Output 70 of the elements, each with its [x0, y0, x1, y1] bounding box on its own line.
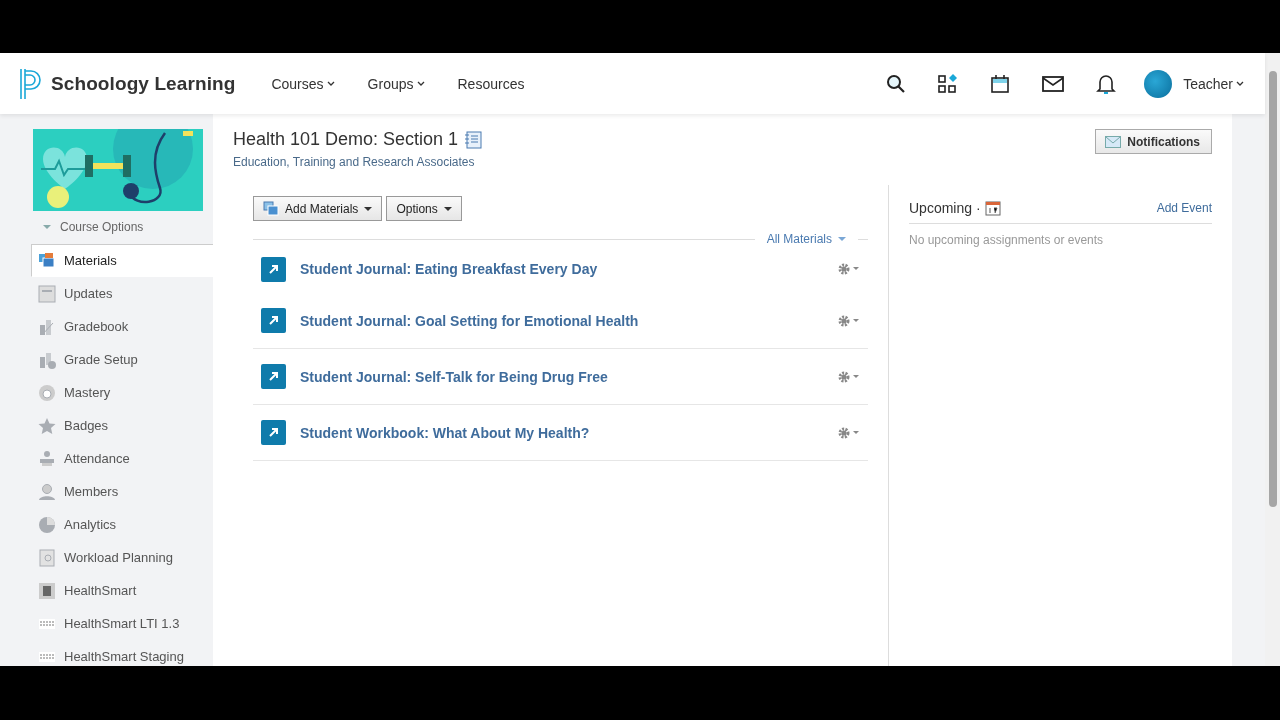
chevron-down-icon: [1236, 81, 1244, 86]
external-link-icon: [261, 256, 286, 282]
upcoming-title: Upcoming ·: [909, 200, 981, 216]
nav-link[interactable]: Resources: [457, 75, 525, 92]
gear-menu-icon[interactable]: [838, 426, 860, 439]
sidebar-item[interactable]: HealthSmart: [31, 574, 213, 607]
search-icon[interactable]: [886, 73, 907, 94]
caret-icon: [443, 206, 452, 211]
course-options-link[interactable]: Course Options: [43, 220, 213, 234]
user-avatar[interactable]: [1144, 69, 1173, 98]
course-title: Health 101 Demo: Section 1: [233, 129, 459, 150]
nav-icon: [38, 482, 56, 501]
sidebar-item[interactable]: Materials: [31, 244, 213, 277]
nav-link[interactable]: Groups: [367, 75, 425, 92]
sidebar-item[interactable]: Mastery: [31, 376, 213, 409]
toolbar-button[interactable]: Add Materials: [253, 196, 383, 221]
sidebar-item[interactable]: Workload Planning: [31, 541, 213, 574]
filter-dropdown[interactable]: All Materials: [754, 232, 858, 246]
sidebar-item[interactable]: Grade Setup: [31, 343, 213, 376]
external-link-icon: [261, 308, 286, 333]
empty-message: No upcoming assignments or events: [909, 233, 1105, 247]
sidebar-item[interactable]: Attendance: [31, 442, 213, 475]
sidebar-item[interactable]: Gradebook: [31, 310, 213, 343]
chevron-down-icon: [416, 81, 425, 86]
nav-icon: [38, 317, 56, 336]
apps-grid-icon[interactable]: [938, 73, 959, 94]
notebook-icon: [464, 130, 483, 149]
sidebar-item[interactable]: Analytics: [31, 508, 213, 541]
material-link[interactable]: Student Workbook: What About My Health?: [300, 424, 838, 441]
add-event-link[interactable]: Add Event: [1156, 201, 1212, 215]
gear-menu-icon[interactable]: [838, 314, 860, 327]
material-link[interactable]: Student Journal: Goal Setting for Emotional Health: [300, 312, 838, 329]
nav-icon: [38, 416, 56, 435]
nav-link[interactable]: Courses: [271, 75, 335, 92]
materials-icon: [263, 200, 279, 217]
external-link-icon: [261, 420, 286, 445]
sidebar-item[interactable]: Badges: [31, 409, 213, 442]
sidebar-item[interactable]: Members: [31, 475, 213, 508]
gear-menu-icon[interactable]: [838, 263, 860, 275]
sidebar-item[interactable]: HealthSmart Staging: [31, 640, 213, 666]
calendar-icon[interactable]: [990, 73, 1011, 94]
bell-icon[interactable]: [1096, 72, 1117, 95]
course-subtitle: Education, Training and Research Associates: [233, 155, 476, 169]
scrollbar[interactable]: [1265, 53, 1280, 666]
user-menu[interactable]: Teacher: [1183, 75, 1244, 92]
notifications-button[interactable]: Notifications: [1095, 129, 1212, 154]
nav-icon: [38, 251, 56, 270]
chevron-down-icon: [326, 81, 335, 86]
nav-icon: [38, 284, 56, 303]
nav-icon: [38, 383, 56, 402]
sidebar-item[interactable]: HealthSmart LTI 1.3: [31, 607, 213, 640]
material-link[interactable]: Student Journal: Self-Talk for Being Drug Free: [300, 368, 838, 385]
mail-icon: [1105, 135, 1122, 148]
sidebar-item[interactable]: Updates: [31, 277, 213, 310]
material-link[interactable]: Student Journal: Eating Breakfast Every Day: [300, 261, 838, 277]
brand-name: Schoology Learning: [51, 72, 236, 95]
nav-icon: [38, 581, 56, 600]
nav-icon: [38, 350, 56, 369]
calendar-icon: [984, 200, 1001, 216]
nav-icon: [38, 515, 56, 534]
mail-icon[interactable]: [1042, 74, 1065, 93]
caret-icon: [364, 206, 373, 211]
logo-icon: [19, 67, 43, 100]
external-link-icon: [261, 364, 286, 389]
nav-icon: [38, 449, 56, 468]
caret-icon: [838, 237, 846, 241]
gear-menu-icon[interactable]: [838, 370, 860, 383]
nav-icon: [38, 548, 56, 567]
caret-icon: [43, 225, 51, 229]
toolbar-button[interactable]: Options: [386, 196, 462, 221]
